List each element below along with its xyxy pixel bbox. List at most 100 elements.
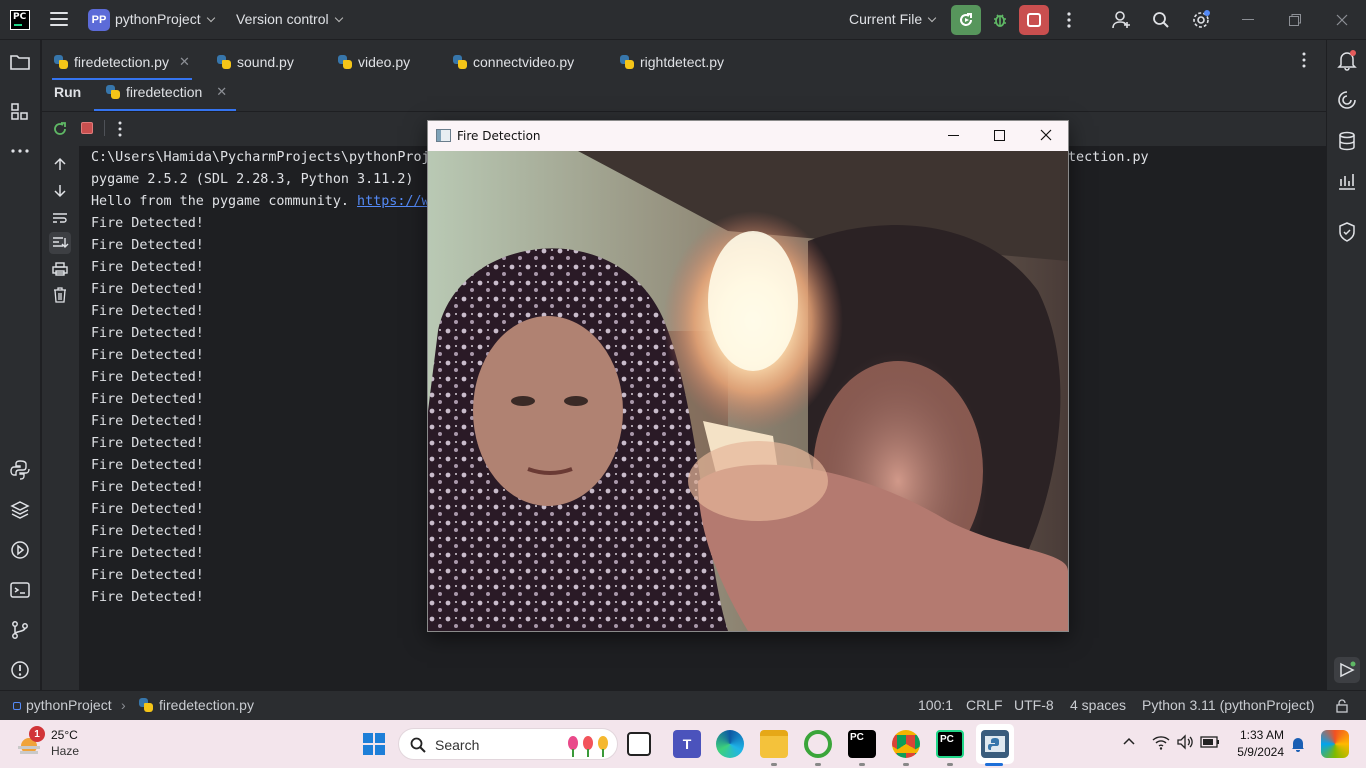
python-app-icon[interactable] [981,730,1009,758]
clear-all-icon[interactable] [53,287,67,303]
search-everywhere-button[interactable] [1146,5,1176,35]
weather-desc[interactable]: Haze [51,744,79,758]
close-window-button[interactable] [1327,5,1357,35]
rerun-button[interactable] [951,5,981,35]
tab-sound[interactable]: sound.py [217,52,294,72]
fire-window-title: Fire Detection [457,129,541,143]
clock-time[interactable]: 1:33 AM [1228,728,1284,742]
python-packages-icon[interactable] [9,499,31,521]
line-separator[interactable]: CRLF [966,697,1003,713]
tab-rightdetect[interactable]: rightdetect.py [620,52,724,72]
close-tab-icon[interactable]: ✕ [179,54,190,70]
app-ring-icon[interactable] [804,730,832,758]
tab-video[interactable]: video.py [338,52,410,72]
lock-icon[interactable] [1335,699,1349,713]
sciview-icon[interactable] [1336,170,1358,192]
scroll-up-icon[interactable] [53,157,67,171]
run-config-selector[interactable]: Current File [849,11,937,27]
python-file-icon [453,55,467,69]
project-folder-icon[interactable] [9,51,31,73]
scroll-down-icon[interactable] [53,184,67,198]
pycharm-taskbar-icon[interactable]: PC [848,730,876,758]
fire-window-titlebar[interactable]: Fire Detection [428,121,1068,151]
close-run-tab-icon[interactable]: ✕ [216,84,227,100]
console-fire-line: Fire Detected! [91,216,204,231]
notifications-icon[interactable] [1336,49,1358,71]
settings-button[interactable] [1186,5,1216,35]
caret-position[interactable]: 100:1 [918,697,953,713]
toolbar-divider [104,120,105,136]
battery-icon[interactable] [1200,735,1220,749]
chrome-icon[interactable] [892,730,920,758]
code-with-me-button[interactable] [1107,5,1137,35]
indent-setting[interactable]: 4 spaces [1070,697,1126,713]
terminal-icon[interactable] [9,579,31,601]
tab-label: sound.py [237,54,294,70]
print-icon[interactable] [52,262,68,276]
console-fire-line: Fire Detected! [91,480,204,495]
python-console-icon[interactable] [9,459,31,481]
run-tab-firedetection[interactable]: firedetection ✕ [106,84,227,100]
structure-icon[interactable] [9,101,31,123]
stop-button[interactable] [1019,5,1049,35]
fire-minimize-icon[interactable] [948,135,959,137]
tab-firedetection[interactable]: firedetection.py ✕ [54,52,190,72]
debug-button[interactable] [985,5,1015,35]
run-tab-indicator [94,109,236,111]
clock-date[interactable]: 5/9/2024 [1228,745,1284,759]
pygame-link[interactable]: https://w [357,194,430,209]
weather-temp[interactable]: 25°C [51,728,78,742]
fire-detection-window: Fire Detection [427,120,1069,632]
fire-close-icon[interactable] [1040,129,1052,141]
tab-connectvideo[interactable]: connectvideo.py [453,52,574,72]
soft-wrap-icon[interactable] [52,211,68,225]
run-tool-window-icon[interactable] [1334,657,1360,683]
tabs-more-icon[interactable] [1302,52,1306,68]
restore-button[interactable] [1280,5,1310,35]
stop-icon[interactable] [81,122,93,134]
file-explorer-icon[interactable] [760,730,788,758]
console-fire-line: Fire Detected! [91,436,204,451]
problems-icon[interactable] [9,659,31,681]
database-icon[interactable] [1336,130,1358,152]
app-window-icon [436,129,451,142]
version-control-menu[interactable]: Version control [236,11,343,27]
more-tools-icon[interactable] [9,140,31,162]
file-encoding[interactable]: UTF-8 [1014,697,1054,713]
wifi-icon[interactable] [1152,734,1170,750]
project-switcher[interactable]: pythonProject [115,11,215,27]
console-fire-line: Fire Detected! [91,590,204,605]
add-user-icon [1112,11,1130,29]
git-icon[interactable] [9,619,31,641]
breadcrumb-project[interactable]: pythonProject [26,697,112,713]
notification-bell-icon[interactable] [1291,736,1305,752]
security-icon[interactable] [1336,221,1358,243]
close-icon [1336,14,1348,26]
teams-icon[interactable]: T [673,730,701,758]
services-icon[interactable] [9,539,31,561]
fire-maximize-icon[interactable] [994,130,1005,141]
task-view-icon[interactable] [627,732,651,756]
more-actions-button[interactable] [1054,5,1084,35]
breadcrumb-file[interactable]: firedetection.py [139,697,254,713]
console-gutter [42,146,79,690]
scroll-to-end-icon[interactable] [49,232,71,254]
tray-overflow-icon[interactable] [1122,736,1136,746]
taskbar-search-box[interactable]: Search [398,728,618,760]
minimize-button[interactable] [1233,5,1263,35]
ai-assistant-icon[interactable] [1336,89,1358,111]
python-interpreter[interactable]: Python 3.11 (pythonProject) [1142,697,1315,713]
console-hello-line: Hello from the pygame community. https:/… [91,194,430,209]
start-button[interactable] [362,732,386,756]
edge-icon[interactable] [716,730,744,758]
rerun-icon[interactable] [52,121,68,137]
kebab-icon [1067,12,1071,28]
pycharm-alt-icon[interactable]: PC [936,730,964,758]
project-badge[interactable]: PP [88,9,110,31]
status-bar: pythonProject › firedetection.py 100:1 C… [0,690,1366,720]
volume-icon[interactable] [1176,734,1194,750]
more-options-icon[interactable] [118,121,122,137]
main-menu-icon[interactable] [50,12,68,28]
copilot-icon[interactable] [1321,730,1349,758]
python-file-icon [217,55,231,69]
